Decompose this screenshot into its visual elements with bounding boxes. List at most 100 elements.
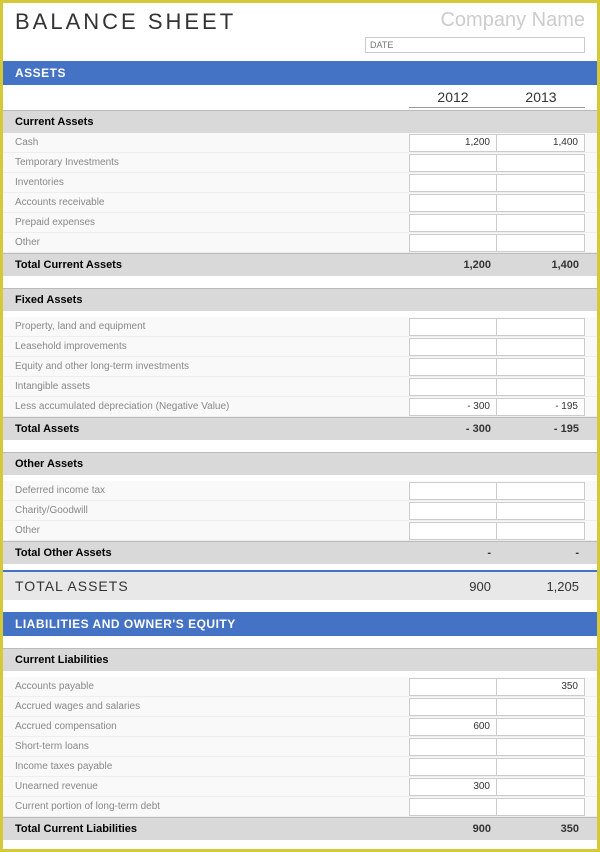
value-cell-y1[interactable] — [409, 194, 497, 212]
value-cell-y1[interactable] — [409, 738, 497, 756]
row-label: Inventories — [15, 177, 409, 188]
current-asset-row: Other — [3, 233, 597, 253]
value-cell-y2[interactable] — [497, 194, 585, 212]
value-cell-y1[interactable]: 300 — [409, 778, 497, 796]
date-input[interactable] — [365, 37, 585, 53]
value-cell-y1[interactable] — [409, 378, 497, 396]
value-cell-y2[interactable] — [497, 798, 585, 816]
value-cell-y2[interactable] — [497, 154, 585, 172]
fixed-asset-row: Less accumulated depreciation (Negative … — [3, 397, 597, 417]
value-cell-y2[interactable] — [497, 234, 585, 252]
value-cell-y2[interactable] — [497, 358, 585, 376]
value-cell-y1[interactable] — [409, 234, 497, 252]
current-liabilities-header: Current Liabilities — [3, 648, 597, 671]
years-row: 2012 2013 — [3, 85, 597, 110]
assets-header: ASSETS — [3, 61, 597, 85]
row-label: Property, land and equipment — [15, 321, 409, 332]
value-cell-y2[interactable]: 1,400 — [497, 134, 585, 152]
row-label: Accounts receivable — [15, 197, 409, 208]
current-asset-row: Temporary Investments — [3, 153, 597, 173]
row-label: Intangible assets — [15, 381, 409, 392]
row-label: Less accumulated depreciation (Negative … — [15, 401, 409, 412]
row-label: Current portion of long-term debt — [15, 801, 409, 812]
value-cell-y1[interactable] — [409, 678, 497, 696]
year-2: 2013 — [497, 89, 585, 108]
value-cell-y1[interactable] — [409, 214, 497, 232]
row-label: Short-term loans — [15, 741, 409, 752]
fixed-assets-header: Fixed Assets — [3, 288, 597, 311]
value-cell-y2[interactable] — [497, 698, 585, 716]
fixed-asset-row: Intangible assets — [3, 377, 597, 397]
current-liability-row: Accrued wages and salaries — [3, 697, 597, 717]
current-asset-row: Inventories — [3, 173, 597, 193]
value-cell-y2[interactable] — [497, 718, 585, 736]
value-cell-y1[interactable] — [409, 758, 497, 776]
current-asset-row: Accounts receivable — [3, 193, 597, 213]
total-assets: TOTAL ASSETS 900 1,205 — [3, 570, 597, 600]
value-cell-y2[interactable] — [497, 758, 585, 776]
value-cell-y2[interactable] — [497, 318, 585, 336]
page-title: BALANCE SHEET — [15, 9, 236, 35]
current-assets-header: Current Assets — [3, 110, 597, 133]
total-current-liabilities: Total Current Liabilities 900 350 — [3, 817, 597, 840]
row-label: Temporary Investments — [15, 157, 409, 168]
value-cell-y1[interactable]: - 300 — [409, 398, 497, 416]
current-liability-row: Short-term loans — [3, 737, 597, 757]
value-cell-y2[interactable] — [497, 174, 585, 192]
value-cell-y2[interactable]: - 195 — [497, 398, 585, 416]
value-cell-y1[interactable] — [409, 502, 497, 520]
value-cell-y2[interactable] — [497, 482, 585, 500]
value-cell-y1[interactable] — [409, 522, 497, 540]
row-label: Accounts payable — [15, 681, 409, 692]
current-liability-row: Accrued compensation600 — [3, 717, 597, 737]
fixed-asset-row: Leasehold improvements — [3, 337, 597, 357]
row-label: Accrued wages and salaries — [15, 701, 409, 712]
row-label: Deferred income tax — [15, 485, 409, 496]
value-cell-y2[interactable] — [497, 738, 585, 756]
value-cell-y1[interactable]: 600 — [409, 718, 497, 736]
value-cell-y2[interactable] — [497, 502, 585, 520]
row-label: Other — [15, 237, 409, 248]
value-cell-y1[interactable] — [409, 338, 497, 356]
row-label: Other — [15, 525, 409, 536]
value-cell-y1[interactable]: 1,200 — [409, 134, 497, 152]
total-other-assets: Total Other Assets - - — [3, 541, 597, 564]
row-label: Charity/Goodwill — [15, 505, 409, 516]
total-current-assets: Total Current Assets 1,200 1,400 — [3, 253, 597, 276]
total-fixed-assets: Total Assets - 300 - 195 — [3, 417, 597, 440]
row-label: Cash — [15, 137, 409, 148]
value-cell-y2[interactable] — [497, 338, 585, 356]
current-asset-row: Prepaid expenses — [3, 213, 597, 233]
value-cell-y1[interactable] — [409, 154, 497, 172]
current-liability-row: Income taxes payable — [3, 757, 597, 777]
current-asset-row: Cash1,2001,400 — [3, 133, 597, 153]
value-cell-y1[interactable] — [409, 358, 497, 376]
year-1: 2012 — [409, 89, 497, 108]
current-liability-row: Unearned revenue300 — [3, 777, 597, 797]
other-asset-row: Other — [3, 521, 597, 541]
other-assets-header: Other Assets — [3, 452, 597, 475]
other-asset-row: Charity/Goodwill — [3, 501, 597, 521]
current-liability-row: Current portion of long-term debt — [3, 797, 597, 817]
row-label: Accrued compensation — [15, 721, 409, 732]
value-cell-y2[interactable] — [497, 778, 585, 796]
row-label: Prepaid expenses — [15, 217, 409, 228]
row-label: Leasehold improvements — [15, 341, 409, 352]
fixed-asset-row: Equity and other long-term investments — [3, 357, 597, 377]
value-cell-y2[interactable] — [497, 522, 585, 540]
value-cell-y1[interactable] — [409, 798, 497, 816]
fixed-asset-row: Property, land and equipment — [3, 317, 597, 337]
value-cell-y1[interactable] — [409, 698, 497, 716]
value-cell-y2[interactable] — [497, 378, 585, 396]
value-cell-y2[interactable]: 350 — [497, 678, 585, 696]
row-label: Equity and other long-term investments — [15, 361, 409, 372]
liabilities-header: LIABILITIES AND OWNER'S EQUITY — [3, 612, 597, 636]
value-cell-y2[interactable] — [497, 214, 585, 232]
other-asset-row: Deferred income tax — [3, 481, 597, 501]
value-cell-y1[interactable] — [409, 318, 497, 336]
value-cell-y1[interactable] — [409, 174, 497, 192]
company-name: Company Name — [440, 9, 585, 32]
value-cell-y1[interactable] — [409, 482, 497, 500]
row-label: Unearned revenue — [15, 781, 409, 792]
row-label: Income taxes payable — [15, 761, 409, 772]
